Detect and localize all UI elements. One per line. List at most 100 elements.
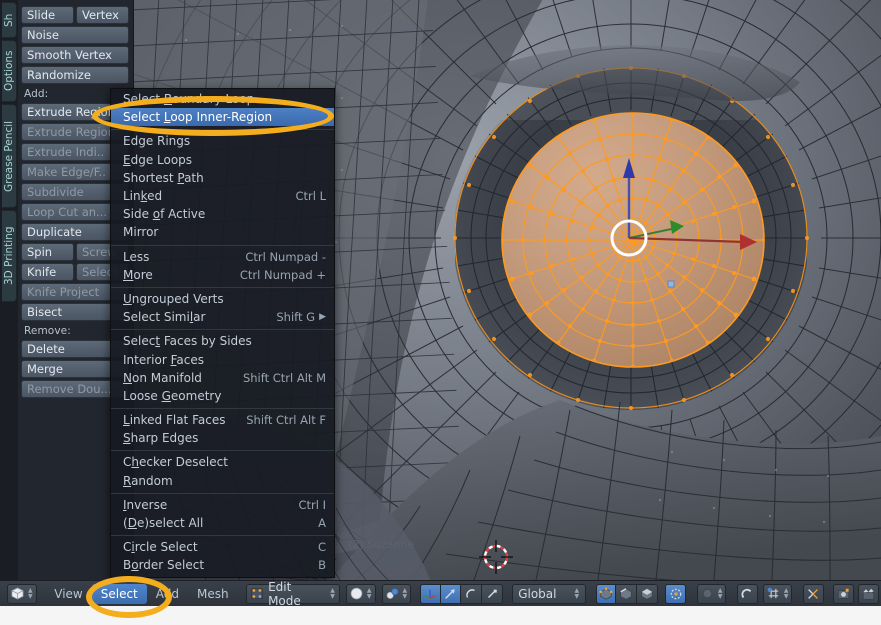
menu-item[interactable]: Edge Rings [111, 132, 334, 150]
interaction-mode-selector[interactable]: Edit Mode ▲ ▼ [246, 580, 340, 608]
menu-item-shortcut: C [317, 540, 326, 555]
pivot-spinner[interactable]: ▲ ▼ [718, 587, 723, 600]
menu-item-shortcut: Ctrl Numpad - [245, 249, 326, 264]
menu-item-shortcut: Shift Ctrl Alt M [242, 370, 326, 385]
menu-item[interactable]: Select Similar Shift G ▶ [111, 308, 334, 326]
manipulator-translate-icon [445, 588, 456, 599]
menu-item[interactable]: Interior Faces [111, 350, 334, 368]
tool-button[interactable]: Slide [21, 6, 74, 24]
menu-item[interactable]: Linked Ctrl L [111, 187, 334, 205]
menu-item[interactable]: Less Ctrl Numpad - [111, 248, 334, 266]
render-engine-spinner[interactable]: ▲ ▼ [403, 587, 408, 600]
menu-item-shortcut: Shift G [276, 310, 316, 325]
tool-button[interactable]: Spin [21, 243, 74, 261]
render-engine-icon [386, 588, 398, 599]
manipulator-translate-button[interactable] [440, 583, 462, 604]
sidebar-tab-3d-printing[interactable]: 3D Printing [2, 210, 17, 302]
menu-item-label: Circle Select [123, 540, 198, 555]
menu-separator [111, 492, 334, 494]
active-vertex-marker [667, 280, 675, 288]
shading-spinner[interactable]: ▲ ▼ [367, 587, 372, 600]
select-mode-edge-button[interactable] [616, 583, 638, 604]
header-menu-view[interactable]: View [45, 584, 91, 604]
tool-button[interactable]: Randomize [21, 66, 129, 84]
tool-button[interactable]: Vertex [76, 6, 129, 24]
tool-button[interactable]: Knife [21, 263, 74, 281]
menu-item-label: More [123, 267, 153, 282]
select-dropdown-menu[interactable]: Select Boundary Loop Select Loop Inner-Re… [110, 88, 335, 578]
proportional-editing-button[interactable] [665, 583, 687, 604]
menu-item[interactable]: (De)select All A [111, 514, 334, 532]
snap-toggle-button[interactable] [737, 583, 758, 604]
tool-button[interactable]: Smooth Vertex [21, 46, 129, 64]
auto-merge-button[interactable] [803, 583, 824, 604]
menu-item[interactable]: Linked Flat Faces Shift Ctrl Alt F [111, 411, 334, 429]
menu-item[interactable]: Loose Geometry [111, 387, 334, 405]
menu-item[interactable]: Non Manifold Shift Ctrl Alt M [111, 369, 334, 387]
sidebar-tab-grease-pencil[interactable]: Grease Pencil [2, 104, 17, 208]
viewport-header-bar: ▲ ▼ View Select Add Mesh Edit Mode ▲ ▼ ▲… [0, 580, 881, 625]
menu-item[interactable]: Border Select B [111, 556, 334, 574]
menu-item-shortcut: A [318, 516, 326, 531]
menu-item-shortcut: Ctrl L [295, 189, 326, 204]
snap-target-spinner[interactable]: ▲ ▼ [784, 587, 789, 600]
menu-item-label: Linked [123, 189, 163, 204]
menu-item[interactable]: Select Loop Inner-Region [111, 108, 334, 127]
editor-type-spinner[interactable]: ▲ ▼ [28, 587, 33, 600]
select-mode-face-button[interactable] [637, 583, 658, 604]
tool-shelf-row: Randomize [17, 66, 133, 86]
editor-type-selector[interactable]: ▲ ▼ [7, 583, 37, 604]
menu-item-label: Less [123, 249, 150, 264]
menu-item[interactable]: Edge Loops [111, 151, 334, 169]
render-animation-button[interactable] [858, 583, 879, 604]
viewport-shading-selector[interactable]: ▲ ▼ [345, 583, 376, 604]
manipulator-toggle-button[interactable] [419, 583, 441, 604]
snap-target-selector[interactable]: ▲ ▼ [762, 583, 793, 604]
transform-orientation-selector[interactable]: Global ▲ ▼ [512, 583, 587, 604]
manipulator-scale-button[interactable] [481, 583, 503, 604]
menu-item[interactable]: Mirror [111, 223, 334, 241]
menu-item-label: Select Loop Inner-Region [123, 110, 273, 125]
menu-item[interactable]: Select Faces by Sides [111, 332, 334, 350]
select-mode-vertex-button[interactable] [595, 583, 617, 604]
menu-separator [111, 535, 334, 537]
menu-item[interactable]: Shortest Path [111, 169, 334, 187]
menu-item-label: Edge Loops [123, 152, 193, 167]
menu-item-label: Border Select [123, 558, 205, 573]
edit-mode-icon [251, 587, 263, 600]
sidebar-tab-shading[interactable]: Sh [2, 2, 17, 38]
menu-item-label: Checker Deselect [123, 455, 228, 470]
transform-orientation-label: Global [518, 586, 557, 601]
menu-item[interactable]: Side of Active [111, 205, 334, 223]
orientation-spinner[interactable]: ▲ ▼ [574, 587, 579, 600]
menu-item[interactable]: Select Boundary Loop [111, 90, 334, 108]
render-animation-icon [862, 588, 875, 600]
menu-separator [111, 329, 334, 331]
menu-item[interactable]: More Ctrl Numpad + [111, 266, 334, 284]
header-menu-add[interactable]: Add [147, 584, 188, 604]
pivot-point-selector[interactable]: ▲ ▼ [696, 583, 727, 604]
select-vertex-icon [599, 586, 613, 600]
menu-item[interactable]: Sharp Edges [111, 429, 334, 447]
header-menu-mesh[interactable]: Mesh [188, 584, 238, 604]
menu-item-shortcut: Ctrl I [298, 497, 326, 512]
sidebar-tab-options[interactable]: Options [2, 40, 17, 102]
menu-item[interactable]: Ungrouped Verts [111, 290, 334, 308]
interaction-mode-label: Edit Mode [268, 579, 301, 608]
menu-item[interactable]: Inverse Ctrl I [111, 496, 334, 514]
tool-shelf-row: Slide Vertex [17, 6, 133, 26]
mode-spinner[interactable]: ▲ ▼ [330, 587, 335, 600]
menu-item-label: Mirror [123, 225, 159, 240]
menu-item-label: Edge Rings [123, 134, 191, 149]
tool-button[interactable]: Noise [21, 26, 129, 44]
menu-item[interactable]: Circle Select C [111, 538, 334, 556]
menu-separator [111, 244, 334, 246]
header-menu-select[interactable]: Select [91, 583, 147, 604]
pivot-point-icon [702, 588, 713, 599]
viewport-object-info: (2) Suzanne [348, 538, 414, 551]
render-image-button[interactable] [833, 583, 855, 604]
render-engine-selector[interactable]: ▲ ▼ [381, 583, 412, 604]
menu-item[interactable]: Random [111, 472, 334, 490]
menu-item[interactable]: Checker Deselect [111, 453, 334, 471]
manipulator-rotate-button[interactable] [461, 583, 482, 604]
